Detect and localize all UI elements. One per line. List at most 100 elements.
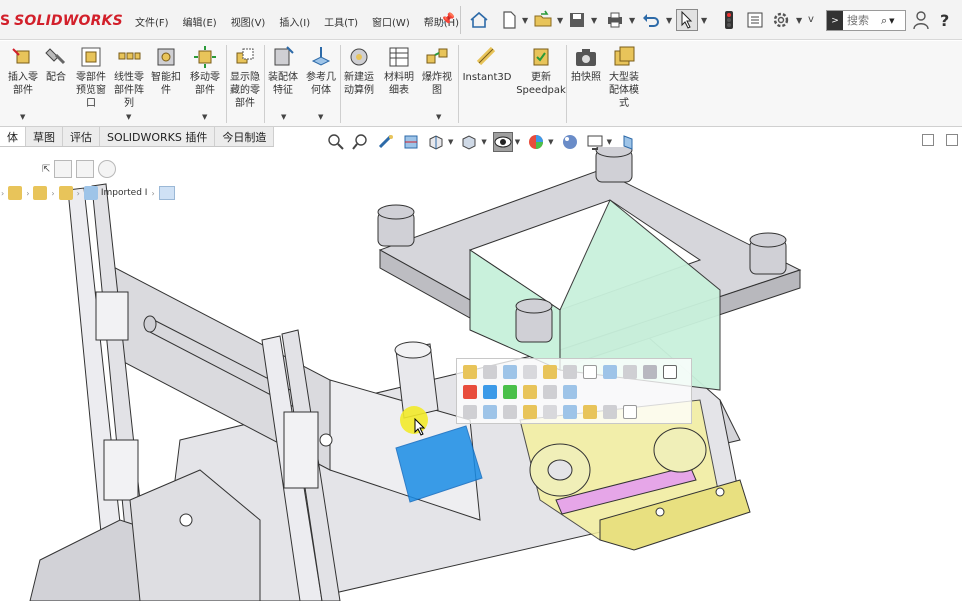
chevron-down-icon[interactable]: ▼ <box>436 113 441 121</box>
menu-file[interactable]: 文件(F) <box>128 14 176 29</box>
view-orientation-icon[interactable] <box>426 132 446 152</box>
tree-icon[interactable] <box>543 405 557 419</box>
tab-evaluate[interactable]: 评估 <box>63 127 100 146</box>
search-input[interactable] <box>843 14 881 27</box>
chevron-down-icon[interactable]: ▼ <box>591 16 597 25</box>
exploded-view-button[interactable]: 爆炸视 图 <box>420 45 454 97</box>
help-icon[interactable]: ? <box>940 11 949 30</box>
show-hidden-button[interactable]: 显示隐 藏的零 部件 <box>228 45 262 110</box>
chevron-down-icon[interactable]: ▼ <box>607 138 612 146</box>
menu-view[interactable]: 视图(V) <box>224 14 273 29</box>
chevron-down-icon[interactable]: ▼ <box>318 113 323 121</box>
face-selection-icon[interactable] <box>158 186 175 200</box>
mate-button[interactable]: 配合 <box>44 45 68 84</box>
part-icon[interactable] <box>563 405 577 419</box>
monitor-icon[interactable] <box>585 132 605 152</box>
user-icon[interactable] <box>912 10 930 33</box>
tab-mbd[interactable]: 今日制造 <box>215 127 275 146</box>
chevron-down-icon[interactable]: ▼ <box>448 138 453 146</box>
menu-insert[interactable]: 插入(I) <box>272 14 317 29</box>
chevron-down-icon[interactable]: ▼ <box>522 16 528 25</box>
transparency-icon[interactable] <box>523 365 537 379</box>
smart-fastener-button[interactable]: 智能扣 件 <box>150 45 182 97</box>
new-document-icon[interactable] <box>498 9 520 31</box>
chevron-down-icon[interactable]: ▼ <box>548 138 553 146</box>
maximize-window-icon[interactable] <box>946 134 958 146</box>
large-assembly-button[interactable]: 大型装 配体模 式 <box>606 45 642 110</box>
chevron-down-icon[interactable]: ▼ <box>202 113 207 121</box>
save-icon[interactable] <box>566 9 588 31</box>
chevron-down-icon[interactable]: ▼ <box>126 113 131 121</box>
assembly-icon[interactable] <box>8 186 23 200</box>
display-style-icon[interactable] <box>459 132 479 152</box>
zoom-to-fit-icon[interactable] <box>326 132 346 152</box>
suppress-icon[interactable] <box>623 365 637 379</box>
search-box[interactable]: > ⌕ ▼ <box>826 10 906 31</box>
restore-window-icon[interactable] <box>922 134 934 146</box>
tab-solidworks-addins[interactable]: SOLIDWORKS 插件 <box>100 127 216 146</box>
undo-icon[interactable] <box>640 9 662 31</box>
file-properties-icon[interactable] <box>744 9 766 31</box>
previous-view-icon[interactable] <box>376 132 396 152</box>
appearance-icon[interactable] <box>643 365 657 379</box>
tab-assembly[interactable]: 体 <box>0 127 26 146</box>
gear-icon[interactable] <box>770 9 792 31</box>
chevron-down-icon[interactable]: ▼ <box>889 17 894 25</box>
configuration-manager-tab-icon[interactable] <box>76 160 95 178</box>
insert-component-button[interactable]: 插入零 部件 <box>6 45 40 97</box>
reference-geometry-button[interactable]: 参考几 何体 <box>304 45 338 97</box>
move-icon[interactable] <box>523 385 537 399</box>
chevron-down-icon[interactable]: ▼ <box>701 16 707 25</box>
breadcrumb-item-imported[interactable]: Imported I <box>83 186 147 200</box>
mate-icon[interactable] <box>483 365 497 379</box>
tab-sketch[interactable]: 草图 <box>26 127 63 146</box>
settings-icon[interactable] <box>623 405 637 419</box>
expand-tree-icon[interactable]: ⇱ <box>42 164 50 175</box>
properties-icon[interactable] <box>663 365 677 379</box>
move-component-button[interactable]: 移动零 部件 <box>188 45 222 97</box>
chevron-down-icon[interactable]: ▼ <box>515 138 520 146</box>
motion-study-button[interactable]: 新建运 动算例 <box>342 45 376 97</box>
chevron-down-icon[interactable]: ▼ <box>796 16 802 25</box>
chevron-down-icon[interactable]: ▼ <box>557 16 563 25</box>
open-icon[interactable] <box>532 9 554 31</box>
normal-to-icon[interactable] <box>503 405 517 419</box>
instant3d-button[interactable]: Instant3D <box>462 45 512 84</box>
sketch-icon[interactable] <box>523 405 537 419</box>
menu-tools[interactable]: 工具(T) <box>317 14 365 29</box>
linear-pattern-button[interactable]: 线性零 部件阵 列 <box>112 45 146 110</box>
assembly-feature-button[interactable]: 装配体 特征 <box>266 45 300 97</box>
reference-icon[interactable] <box>603 405 617 419</box>
rotate-icon[interactable] <box>543 385 557 399</box>
menu-window[interactable]: 窗口(W) <box>365 14 417 29</box>
color-icon[interactable] <box>503 385 517 399</box>
display-manager-tab-icon[interactable] <box>98 160 117 178</box>
traffic-light-icon[interactable] <box>718 9 740 31</box>
bom-button[interactable]: 材料明 细表 <box>382 45 416 97</box>
print-icon[interactable] <box>604 9 626 31</box>
view-settings-icon[interactable] <box>618 132 638 152</box>
speedpak-button[interactable]: 更新 Speedpak <box>516 45 566 97</box>
assembly-icon[interactable] <box>583 405 597 419</box>
assembly-icon[interactable] <box>33 186 48 200</box>
scene-icon[interactable] <box>560 132 580 152</box>
component-preview-button[interactable]: 零部件 预览窗 口 <box>74 45 108 110</box>
select-icon[interactable] <box>676 9 698 31</box>
property-manager-tab-icon[interactable] <box>54 160 73 178</box>
hide-show-icon[interactable] <box>492 132 513 152</box>
zoom-icon[interactable] <box>483 405 497 419</box>
assembly-icon[interactable] <box>58 186 73 200</box>
section-view-icon[interactable] <box>401 132 421 152</box>
pin-menu-icon[interactable]: 📌 <box>440 12 455 26</box>
snapshot-button[interactable]: 拍快照 <box>570 45 602 84</box>
chevron-down-icon[interactable]: ▼ <box>481 138 486 146</box>
search-icon[interactable]: ⌕ <box>881 14 887 28</box>
zoom-area-icon[interactable] <box>351 132 371 152</box>
component-icon[interactable] <box>463 385 477 399</box>
appearance-icon[interactable] <box>526 132 546 152</box>
chevron-down-icon[interactable]: ▼ <box>666 16 672 25</box>
isolate-icon[interactable] <box>543 365 557 379</box>
hide-icon[interactable] <box>503 365 517 379</box>
chevron-down-icon[interactable]: ▼ <box>20 113 25 121</box>
select-other-icon[interactable] <box>463 405 477 419</box>
